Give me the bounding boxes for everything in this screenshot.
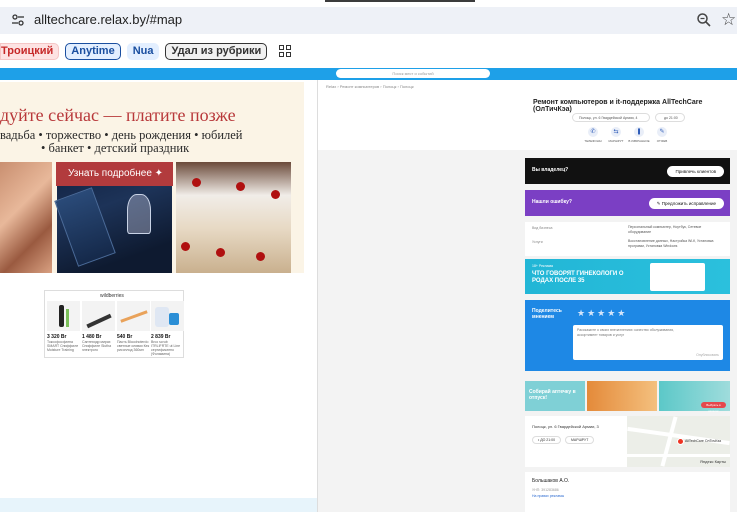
pharmacy-promo-tile[interactable]: Собирай аптечку в отпуск! [525, 381, 585, 411]
product-desc: Токсофосфатна SMART Сниффиле Moisture Tr… [47, 340, 79, 352]
promo-text: ЧТО ГОВОРЯТ ГИНЕКОЛОГИ О РОДАХ ПОСЛЕ 35 [532, 271, 624, 284]
cherry [236, 182, 245, 191]
review-textarea[interactable]: Расскажите о своих впечатлениях: качеств… [573, 325, 723, 360]
product-image [117, 301, 150, 331]
promo-phone-image [650, 263, 705, 291]
comment-icon: ✎ [657, 127, 667, 137]
review-action[interactable]: ✎ ОТЗЫВ [651, 127, 673, 143]
search-input[interactable]: Поиск мест и событий [336, 69, 490, 78]
attract-clients-button[interactable]: Привлечь клиентов [667, 166, 724, 177]
owner-card: Вы владелец? Привлечь клиентов [525, 158, 730, 184]
cherry [256, 252, 265, 261]
rating-label: Поделитесь мнением [532, 308, 562, 320]
map-road [627, 454, 730, 457]
product-desc: Brco scrub ITRLIFRTE ut Line сертификатн… [151, 340, 181, 356]
page-title: Ремонт компьютеров и it-поддержка AllTec… [533, 99, 703, 113]
chip-nua[interactable]: Nua [126, 42, 160, 60]
window-top-edge [325, 0, 475, 2]
product-desc: Сантехидр мирах Сниффиле Slutha электрог… [82, 340, 112, 352]
hours-button[interactable]: • ДО 21:00 [532, 436, 562, 444]
map-view[interactable]: AllTechCare ОлТичКэа Яндекс Карты [627, 416, 730, 467]
info-value: Персональный компьютер, Ноутбук, Сетевое… [628, 225, 702, 234]
catalog-promo-tile[interactable]: Выбрать в каталог [659, 381, 730, 413]
tile-text: Собирай аптечку в отпуск! [529, 389, 576, 401]
zoom-icon[interactable] [696, 12, 712, 28]
bookmarks-bar: Троицкий Anytime Nua Удал из рубрики [0, 42, 292, 60]
route-icon: ⇆ [611, 127, 621, 137]
owner-info-card: Большаков А.О. УНП: 391283686 На правах … [525, 472, 730, 512]
url-text[interactable]: alltechcare.relax.by/#map [34, 12, 182, 27]
route-button[interactable]: МАРШРУТ [565, 436, 595, 444]
review-placeholder: Расскажите о своих впечатлениях: качеств… [577, 328, 675, 337]
rating-stars[interactable]: ★★★★★ [577, 308, 627, 319]
action-label: ТЕЛЕФОНЫ [584, 139, 602, 143]
catalog-button[interactable]: Выбрать в каталог [701, 402, 726, 413]
chip-anytime[interactable]: Anytime [65, 42, 121, 60]
address-bar[interactable]: alltechcare.relax.by/#map ☆ [0, 7, 737, 34]
business-info-card: Вид бизнеса Персональный компьютер, Ноут… [525, 222, 730, 256]
banner-photo-hands [0, 162, 52, 273]
banner-subtitle-2: • банкет • детский праздник [41, 141, 190, 155]
owner-name: Большаков А.О. [532, 478, 570, 484]
publish-button[interactable]: Опубликовать [696, 353, 719, 357]
phones-action[interactable]: ✆ ТЕЛЕФОНЫ [582, 127, 604, 143]
ad-marker: 18+ Реклама [532, 264, 553, 268]
favorite-action[interactable]: ❚ В ИЗБРАННОЕ [628, 127, 650, 143]
bookmark-icon: ❚ [634, 127, 644, 137]
product-image [151, 301, 184, 331]
owner-unp: УНП: 391283686 [532, 488, 559, 492]
ad-product[interactable]: 2 839 Br Brco scrub ITRLIFRTE ut Line се… [151, 301, 184, 357]
glass-shape [127, 194, 151, 234]
chip-remove-from-category[interactable]: Удал из рубрики [165, 42, 268, 60]
map-road [660, 416, 678, 467]
action-label: МАРШРУТ [608, 139, 624, 143]
rating-card: Поделитесь мнением ★★★★★ Расскажите о св… [525, 300, 730, 371]
map-address: Полоцк, ул. 6 Гвардейской Армии, 3 [532, 424, 599, 429]
banner-photo-cake [176, 162, 291, 273]
address-pill[interactable]: Полоцк, ул. 6 Гвардейской Армии, 4 [572, 113, 650, 122]
error-label: Нашли ошибку? [532, 199, 572, 205]
product-image [47, 301, 80, 331]
info-key: Вид бизнеса [532, 226, 553, 230]
left-pane-footer [0, 498, 317, 512]
site-info-icon[interactable] [11, 13, 25, 27]
location-pin-icon[interactable] [677, 438, 684, 445]
photo-promo-tile[interactable] [587, 381, 657, 411]
apps-grid-icon[interactable] [279, 45, 292, 57]
banner-title: дуйте сейчас — платите позже [0, 105, 236, 125]
suggest-fix-button[interactable]: ✎ Предложить исправление [648, 198, 724, 209]
bottle-shape [54, 187, 116, 267]
map-card: Полоцк, ул. 6 Гвардейской Армии, 3 • ДО … [525, 416, 730, 467]
route-action[interactable]: ⇆ МАРШРУТ [605, 127, 627, 143]
info-value: Восстановление данных, Настройка Wi-fi, … [628, 239, 714, 248]
product-desc: Пасть Bloodnoterdo светлые оливки Кек ри… [117, 340, 150, 352]
hours-pill[interactable]: до 21:00 [655, 113, 685, 122]
ad-logo: wildberries [100, 293, 124, 299]
phone-icon: ✆ [588, 127, 598, 137]
action-label: ОТЗЫВ [656, 139, 668, 143]
learn-more-button[interactable]: Узнать подробнее ✦ [56, 162, 173, 186]
cherry [192, 178, 201, 187]
suggest-fix-label: Предложить исправление [661, 201, 716, 206]
cherry [181, 242, 190, 251]
error-card: Нашли ошибку? ✎ Предложить исправление [525, 190, 730, 216]
map-brand: Яндекс Карты [700, 459, 726, 464]
map-pin-label: AllTechCare ОлТичКэа [685, 439, 722, 443]
ad-product[interactable]: 3 320 Br Токсофосфатна SMART Сниффиле Mo… [47, 301, 80, 357]
chip-troitsky[interactable]: Троицкий [0, 42, 60, 60]
promo-banner[interactable]: 18+ Реклама ЧТО ГОВОРЯТ ГИНЕКОЛОГИ О РОД… [525, 259, 730, 294]
cherry [216, 248, 225, 257]
ad-rights-link[interactable]: На правах рекламы [532, 494, 564, 498]
breadcrumb[interactable]: Relax › Ремонт компьютеров › Полоцк › По… [326, 84, 414, 89]
product-image [82, 301, 115, 331]
action-label: В ИЗБРАННОЕ [628, 139, 650, 143]
marketplace-ad[interactable]: wildberries 3 320 Br Токсофосфатна SMART… [44, 290, 184, 358]
bookmark-star-icon[interactable]: ☆ [721, 10, 736, 30]
ad-product[interactable]: 540 Br Пасть Bloodnoterdo светлые оливки… [117, 301, 150, 357]
ad-product[interactable]: 1 480 Br Сантехидр мирах Сниффиле Slutha… [82, 301, 115, 357]
cherry [271, 190, 280, 199]
owner-label: Вы владелец? [532, 167, 569, 173]
info-key: Услуги [532, 240, 543, 244]
